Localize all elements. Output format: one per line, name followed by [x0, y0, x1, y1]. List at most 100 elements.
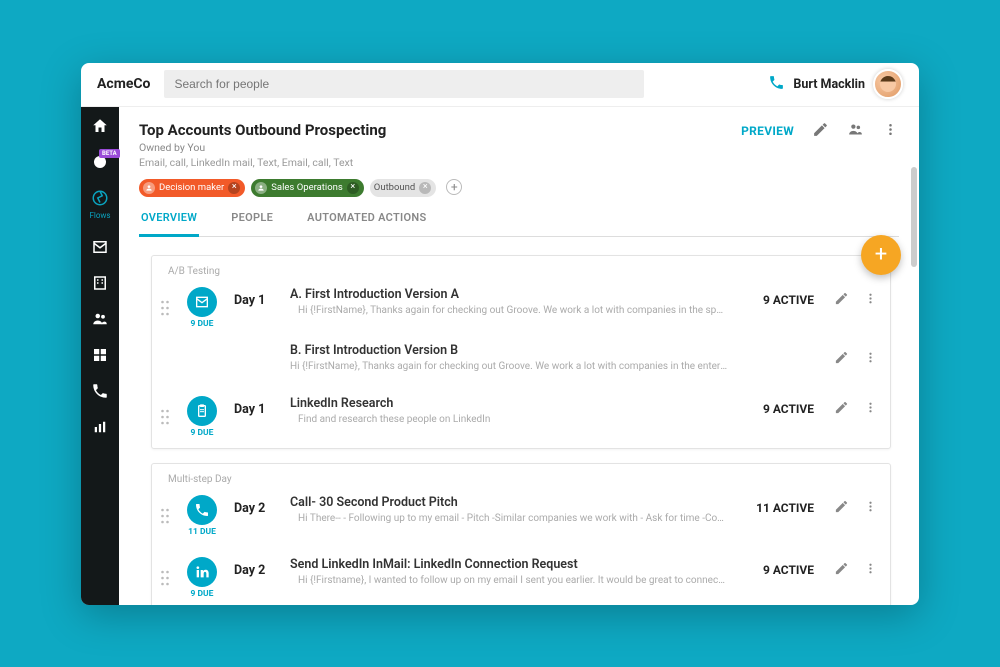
more-icon[interactable] — [863, 561, 878, 580]
chip[interactable]: Sales Operations × — [251, 179, 364, 197]
step-badge: 11 DUE — [180, 495, 224, 537]
step-title[interactable]: A. First Introduction Version A — [290, 287, 728, 302]
sidebar: BETA Flows — [81, 107, 119, 605]
search-input[interactable] — [164, 70, 644, 98]
step-title[interactable]: LinkedIn Research — [290, 396, 728, 411]
active-count: 9 ACTIVE — [738, 557, 814, 577]
chip-label: Outbound — [374, 182, 415, 193]
content-area: A/B Testing 9 DUE Day 1 A. First Introducti… — [119, 237, 919, 605]
people-icon[interactable] — [847, 121, 864, 142]
day-label: Day 1 — [234, 287, 280, 308]
app-window: AcmeCo Burt Macklin BETA Flows — [81, 63, 919, 605]
tab-overview[interactable]: OVERVIEW — [139, 211, 199, 237]
tabs: OVERVIEW PEOPLE AUTOMATED ACTIONS — [139, 211, 899, 237]
tab-automated-actions[interactable]: AUTOMATED ACTIONS — [305, 211, 428, 236]
drag-handle-icon[interactable] — [160, 569, 170, 587]
topbar: AcmeCo Burt Macklin — [81, 63, 919, 107]
more-icon[interactable] — [863, 350, 878, 369]
user-name: Burt Macklin — [793, 77, 865, 92]
chip-row: Decision maker×Sales Operations×Outbound… — [139, 179, 899, 197]
people-icon[interactable] — [91, 310, 109, 328]
chip[interactable]: Decision maker × — [139, 179, 245, 197]
more-icon[interactable] — [863, 499, 878, 518]
call-icon[interactable] — [91, 382, 109, 400]
chip[interactable]: Outbound × — [370, 179, 436, 197]
edit-icon[interactable] — [834, 499, 849, 518]
chip-close-icon[interactable]: × — [347, 182, 359, 194]
step-title[interactable]: Send LinkedIn InMail: LinkedIn Connectio… — [290, 557, 728, 572]
step-title[interactable]: Call- 30 Second Product Pitch — [290, 495, 728, 510]
flows-icon[interactable] — [91, 189, 109, 207]
flows-label: Flows — [89, 211, 110, 220]
edit-icon[interactable] — [834, 561, 849, 580]
step-row: 9 DUE Day 1 LinkedIn Research Find and rese… — [152, 386, 890, 448]
user-block[interactable]: Burt Macklin — [768, 69, 903, 99]
grid-icon[interactable] — [91, 346, 109, 364]
day-label: Day 1 — [234, 396, 280, 417]
mail-icon — [187, 287, 217, 317]
preview-button[interactable]: PREVIEW — [741, 124, 794, 138]
channels-text: Email, call, LinkedIn mail, Text, Email,… — [139, 156, 741, 169]
chip-add-button[interactable]: + — [446, 179, 462, 195]
edit-icon[interactable] — [834, 291, 849, 310]
mail-icon[interactable] — [91, 238, 109, 256]
step-subtitle: Hi There-- - Following up to my email - … — [290, 513, 728, 524]
person-icon — [255, 182, 267, 194]
chip-close-icon[interactable]: × — [419, 182, 431, 194]
chip-label: Decision maker — [159, 182, 224, 193]
section-card: A/B Testing 9 DUE Day 1 A. First Introducti… — [151, 255, 891, 449]
chip-label: Sales Operations — [271, 182, 343, 193]
tab-people[interactable]: PEOPLE — [229, 211, 275, 236]
owner-text: Owned by You — [139, 141, 741, 154]
step-subtitle: Hi {!FirstName}, Thanks again for checki… — [290, 305, 728, 316]
due-count: 11 DUE — [188, 527, 216, 537]
phone-icon — [768, 74, 785, 95]
drag-handle-icon[interactable] — [160, 299, 170, 317]
drag-handle-icon[interactable] — [160, 507, 170, 525]
step-subtitle: Hi {!Firstname}, I wanted to follow up o… — [290, 575, 728, 586]
day-label: Day 2 — [234, 495, 280, 516]
step-variant-row: B. First Introduction Version B Hi {!Firs… — [152, 339, 890, 386]
chip-close-icon[interactable]: × — [228, 182, 240, 194]
due-count: 9 DUE — [191, 589, 214, 599]
phone-icon — [187, 495, 217, 525]
edit-icon[interactable] — [834, 400, 849, 419]
step-title[interactable]: B. First Introduction Version B — [290, 343, 728, 358]
edit-icon[interactable] — [812, 121, 829, 142]
page-title: Top Accounts Outbound Prospecting — [139, 121, 741, 139]
home-icon[interactable] — [91, 117, 109, 135]
drag-handle-icon[interactable] — [160, 408, 170, 426]
section-label: A/B Testing — [152, 256, 890, 277]
building-icon[interactable] — [91, 274, 109, 292]
beta-badge: BETA — [99, 149, 120, 158]
avatar[interactable] — [873, 69, 903, 99]
step-badge: 9 DUE — [180, 396, 224, 438]
step-badge: 9 DUE — [180, 557, 224, 599]
step-row: 9 DUE Day 2 Send LinkedIn InMail: LinkedIn… — [152, 547, 890, 605]
step-row: 11 DUE Day 2 Call- 30 Second Product Pitch… — [152, 485, 890, 547]
clipboard-icon — [187, 396, 217, 426]
edit-icon[interactable] — [834, 350, 849, 369]
beta-icon[interactable]: BETA — [91, 153, 109, 171]
due-count: 9 DUE — [191, 319, 214, 329]
fab-add-button[interactable]: + — [861, 235, 901, 275]
brand: AcmeCo — [97, 76, 150, 92]
active-count: 9 ACTIVE — [738, 287, 814, 307]
page-header: Top Accounts Outbound Prospecting Owned … — [119, 107, 919, 237]
step-row: 9 DUE Day 1 A. First Introduction Version … — [152, 277, 890, 339]
step-badge: 9 DUE — [180, 287, 224, 329]
person-icon — [143, 182, 155, 194]
section-label: Multi-step Day — [152, 464, 890, 485]
more-icon[interactable] — [863, 291, 878, 310]
due-count: 9 DUE — [191, 428, 214, 438]
linkedin-icon — [187, 557, 217, 587]
day-label: Day 2 — [234, 557, 280, 578]
section-card: Multi-step Day 11 DUE Day 2 Call- 30 Second… — [151, 463, 891, 605]
more-icon[interactable] — [863, 400, 878, 419]
chart-icon[interactable] — [91, 418, 109, 436]
step-subtitle: Hi {!FirstName}, Thanks again for checki… — [290, 361, 728, 372]
active-count: 11 ACTIVE — [738, 495, 814, 515]
step-subtitle: Find and research these people on Linked… — [290, 414, 728, 425]
more-icon[interactable] — [882, 121, 899, 142]
active-count: 9 ACTIVE — [738, 396, 814, 416]
